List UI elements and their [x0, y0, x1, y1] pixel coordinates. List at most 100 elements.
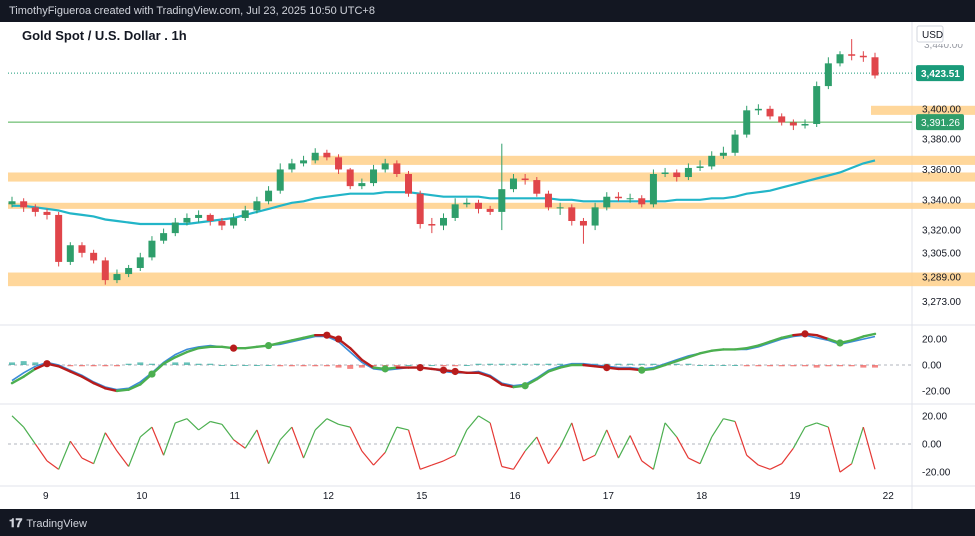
- macd-histogram-bar: [253, 365, 260, 366]
- macd-cross-marker: [836, 339, 844, 347]
- candle: [55, 211, 63, 267]
- candle-body: [218, 220, 226, 226]
- oscillator-axis-tick-label: -20.00: [922, 468, 951, 479]
- macd-cross-marker: [264, 341, 273, 350]
- chart-svg[interactable]: 3,273.00 3,289.00 3,305.00 3,320.00 3,340.00…: [0, 22, 975, 509]
- oscillator-segment: [221, 423, 235, 441]
- oscillator-segment: [349, 426, 363, 452]
- macd-axis-tick-label: -20.00: [922, 386, 951, 397]
- oscillator-segment: [827, 426, 841, 473]
- macd-histogram-bar: [697, 365, 704, 366]
- oscillator-segment: [151, 426, 165, 456]
- macd-histogram-bar: [323, 365, 330, 367]
- macd-cross-marker: [229, 344, 238, 352]
- price-axis-tick-label: 3,289.00: [922, 273, 961, 284]
- candle-body: [101, 260, 109, 281]
- candle: [276, 163, 284, 194]
- candle-body: [684, 167, 692, 178]
- oscillator-segment: [571, 422, 585, 462]
- support-resistance-zone: [8, 272, 975, 287]
- macd-histogram-bar: [533, 363, 540, 365]
- macd-histogram-bar: [300, 365, 307, 367]
- macd-histogram-bar: [218, 365, 225, 366]
- macd-line: [11, 334, 876, 391]
- macd-signal-segment: [710, 348, 725, 352]
- macd-histogram-bar: [755, 365, 762, 367]
- candle-body: [335, 157, 343, 170]
- tradingview-logo-icon: 𝟏𝟕: [9, 516, 23, 530]
- chart-area[interactable]: 3,273.00 3,289.00 3,305.00 3,320.00 3,340.00…: [0, 22, 975, 509]
- macd-cross-marker: [521, 382, 529, 390]
- support-resistance-zone: [311, 155, 975, 165]
- candle: [346, 167, 354, 190]
- candle-body: [778, 116, 786, 123]
- candle-body: [486, 208, 494, 212]
- candle-body: [649, 174, 657, 205]
- oscillator-segment: [338, 423, 351, 428]
- candle-body: [626, 198, 634, 200]
- chart-credit-text: TimothyFigueroa created with TradingView…: [9, 5, 375, 17]
- macd-cross-marker: [334, 335, 343, 343]
- candle: [766, 105, 774, 120]
- macd-histogram-bar: [743, 365, 750, 367]
- oscillator-segment: [116, 450, 130, 467]
- oscillator-segment: [851, 426, 864, 464]
- macd-histogram-bar: [78, 365, 85, 367]
- tradingview-brand[interactable]: 𝟏𝟕 TradingView: [9, 516, 87, 531]
- oscillator-segment: [547, 446, 561, 465]
- macd-histogram-bar: [825, 365, 832, 367]
- candle-body: [673, 172, 681, 178]
- macd-histogram-bar: [627, 363, 634, 365]
- candle-body: [544, 193, 552, 208]
- macd-histogram-bar: [837, 365, 844, 367]
- macd-histogram-bar: [615, 363, 622, 365]
- candle-body: [556, 207, 564, 209]
- oscillator-segment: [396, 426, 409, 431]
- candle: [731, 130, 739, 156]
- candle-body: [661, 172, 669, 174]
- macd-histogram-bar: [685, 363, 692, 365]
- candle: [859, 51, 867, 62]
- oscillator-segment: [478, 415, 491, 424]
- candle-body: [696, 166, 704, 168]
- support-resistance-zone: [8, 202, 975, 209]
- oscillator-segment: [373, 452, 386, 466]
- candle-body: [8, 201, 16, 205]
- oscillator-axis-tick-label: 20.00: [922, 411, 947, 422]
- macd-histogram-bar: [358, 365, 365, 368]
- time-axis-tick-label: 22: [883, 491, 895, 502]
- candle-body: [358, 183, 366, 187]
- macd-histogram-bar: [510, 363, 517, 365]
- candle-body: [638, 198, 646, 205]
- macd-signal-segment: [582, 363, 597, 368]
- candle-body: [498, 189, 506, 212]
- oscillator-segment: [781, 447, 794, 465]
- candle-body: [136, 257, 144, 268]
- price-axis-tick-label: 3,340.00: [922, 195, 961, 206]
- oscillator-segment: [443, 454, 456, 462]
- candle-body: [743, 110, 751, 135]
- oscillator-segment: [326, 418, 339, 425]
- macd-histogram-bar: [172, 362, 179, 365]
- candle-body: [393, 163, 401, 174]
- candle: [801, 119, 809, 129]
- candle-body: [428, 224, 436, 226]
- candle: [743, 105, 751, 138]
- oscillator-segment: [723, 418, 736, 423]
- candle-body: [405, 174, 413, 194]
- candle-body: [766, 108, 774, 117]
- time-axis-tick-label: 9: [43, 491, 49, 502]
- macd-histogram-bar: [872, 365, 878, 368]
- support-resistance-zone: [8, 172, 975, 182]
- time-axis-tick-label: 12: [323, 491, 335, 502]
- candle-body: [416, 193, 424, 225]
- macd-cross-marker: [439, 366, 448, 374]
- oscillator-segment: [104, 432, 118, 452]
- oscillator-segment: [629, 435, 643, 462]
- macd-signal-segment: [488, 375, 504, 386]
- macd-histogram-bar: [802, 365, 809, 367]
- candle: [90, 249, 98, 264]
- macd-histogram-bar: [790, 365, 797, 367]
- macd-axis-tick-label: 20.00: [922, 335, 947, 346]
- macd-histogram-bar: [137, 362, 144, 365]
